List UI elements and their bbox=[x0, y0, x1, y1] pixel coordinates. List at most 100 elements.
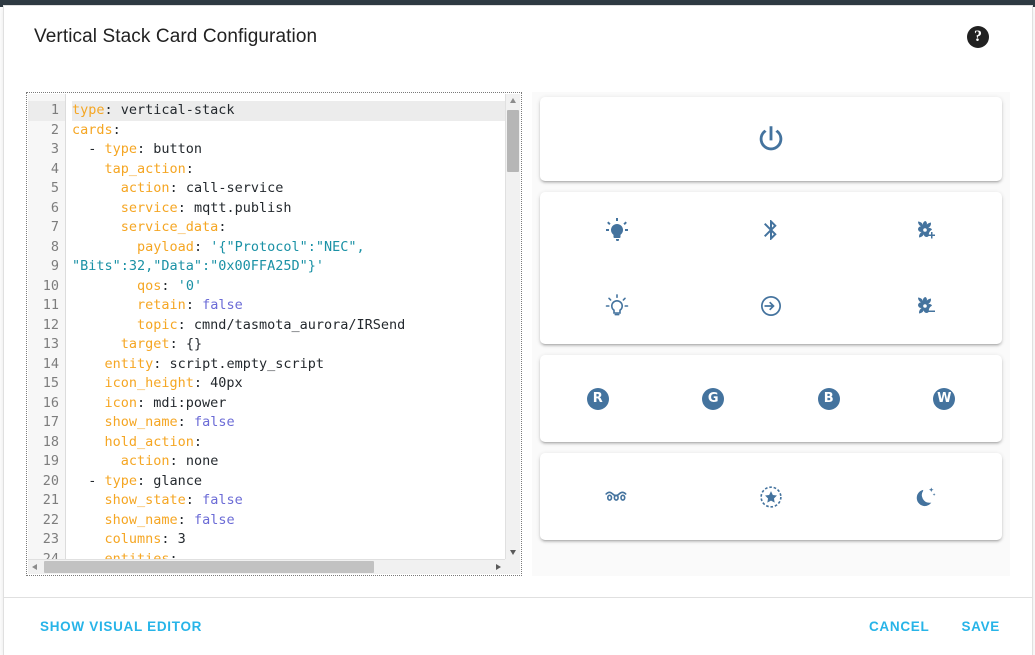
footer-actions: CANCEL SAVE bbox=[861, 611, 1008, 642]
fan-minus-icon bbox=[913, 294, 937, 318]
line-number: 8 bbox=[28, 238, 65, 258]
horizontal-scrollbar-thumb[interactable] bbox=[44, 561, 374, 573]
code-line: service_data: bbox=[72, 218, 505, 238]
preview-card-glance-icons[interactable] bbox=[540, 192, 1002, 344]
glance-cell[interactable] bbox=[694, 218, 848, 242]
code-line: retain: false bbox=[72, 296, 505, 316]
code-line: action: none bbox=[72, 452, 505, 472]
line-number: 12 bbox=[28, 316, 65, 336]
glance-cell[interactable]: G bbox=[656, 388, 772, 410]
cancel-button[interactable]: CANCEL bbox=[861, 611, 937, 642]
editor-line-numbers: 123456789101112131415161718192021222324 bbox=[28, 94, 66, 559]
glance-cell[interactable] bbox=[848, 218, 1002, 242]
line-number: 9 bbox=[28, 257, 65, 277]
line-number: 6 bbox=[28, 199, 65, 219]
letter-badge-b: B bbox=[818, 388, 840, 410]
line-number: 17 bbox=[28, 413, 65, 433]
line-number: 20 bbox=[28, 472, 65, 492]
line-number: 3 bbox=[28, 140, 65, 160]
code-line: cards: bbox=[72, 121, 505, 141]
line-number: 7 bbox=[28, 218, 65, 238]
string-lights-icon bbox=[604, 484, 630, 510]
help-circle-icon: ? bbox=[967, 26, 989, 48]
glance-cell[interactable] bbox=[694, 294, 848, 318]
lightbulb-on-icon bbox=[605, 218, 629, 242]
glance-cell[interactable] bbox=[540, 122, 1002, 156]
scroll-up-arrow-icon[interactable] bbox=[510, 98, 516, 103]
line-number: 15 bbox=[28, 374, 65, 394]
code-line: show_name: false bbox=[72, 413, 505, 433]
glance-cell[interactable] bbox=[848, 294, 1002, 318]
code-line: columns: 3 bbox=[72, 530, 505, 550]
scroll-down-arrow-icon[interactable] bbox=[510, 550, 516, 555]
glance-cell[interactable]: B bbox=[771, 388, 887, 410]
glance-row bbox=[540, 268, 1002, 344]
glance-cell[interactable]: W bbox=[887, 388, 1003, 410]
weather-night-icon bbox=[912, 484, 938, 510]
line-number: 11 bbox=[28, 296, 65, 316]
power-icon bbox=[754, 122, 788, 156]
glance-cell[interactable] bbox=[694, 484, 848, 510]
editor-horizontal-scrollbar[interactable] bbox=[28, 559, 505, 574]
line-number: 16 bbox=[28, 394, 65, 414]
glance-cell[interactable] bbox=[540, 218, 694, 242]
code-line: service: mqtt.publish bbox=[72, 199, 505, 219]
app-root: Vertical Stack Card Configuration ? 12 34… bbox=[0, 0, 1035, 655]
code-line: - type: button bbox=[72, 140, 505, 160]
help-button[interactable]: ? bbox=[958, 17, 998, 57]
vertical-scrollbar-thumb[interactable] bbox=[507, 110, 519, 172]
code-line: hold_action: bbox=[72, 433, 505, 453]
line-number: 21 bbox=[28, 491, 65, 511]
scroll-left-arrow-icon[interactable] bbox=[32, 564, 37, 570]
page-title: Vertical Stack Card Configuration bbox=[34, 26, 317, 49]
line-number: 2 bbox=[28, 121, 65, 141]
code-line: payload: '{"Protocol":"NEC", bbox=[72, 238, 505, 258]
glance-cell[interactable]: R bbox=[540, 388, 656, 410]
editor-code-area[interactable]: type: vertical-stackcards: - type: butto… bbox=[66, 94, 505, 559]
code-line: entities: bbox=[72, 550, 505, 560]
code-line: action: call-service bbox=[72, 179, 505, 199]
dialog-header: Vertical Stack Card Configuration ? bbox=[4, 6, 1032, 68]
glance-cell[interactable] bbox=[540, 484, 694, 510]
fan-plus-icon bbox=[913, 218, 937, 242]
code-line: show_state: false bbox=[72, 491, 505, 511]
glance-row bbox=[540, 192, 1002, 268]
glance-cell[interactable] bbox=[848, 484, 1002, 510]
lightbulb-off-icon bbox=[605, 294, 629, 318]
line-number: 19 bbox=[28, 452, 65, 472]
preview-card-glance-rgbw[interactable]: R G B W bbox=[540, 355, 1002, 442]
line-number: 22 bbox=[28, 511, 65, 531]
scroll-right-arrow-icon[interactable] bbox=[496, 564, 501, 570]
line-number: 14 bbox=[28, 355, 65, 375]
glance-row bbox=[540, 484, 1002, 510]
line-number: 18 bbox=[28, 433, 65, 453]
star-circle-icon bbox=[758, 484, 784, 510]
dialog-content: 123456789101112131415161718192021222324 … bbox=[4, 68, 1032, 597]
login-icon bbox=[759, 294, 783, 318]
code-line: type: vertical-stack bbox=[72, 101, 505, 121]
bluetooth-icon bbox=[759, 218, 783, 242]
preview-card-button[interactable] bbox=[540, 97, 1002, 181]
line-number: 24 bbox=[28, 550, 65, 560]
show-visual-editor-button[interactable]: SHOW VISUAL EDITOR bbox=[32, 611, 210, 642]
line-number: 5 bbox=[28, 179, 65, 199]
scrollbar-corner bbox=[505, 559, 520, 574]
line-number: 13 bbox=[28, 335, 65, 355]
code-line: tap_action: bbox=[72, 160, 505, 180]
preview-card-glance-scenes[interactable] bbox=[540, 453, 1002, 540]
yaml-editor[interactable]: 123456789101112131415161718192021222324 … bbox=[26, 92, 522, 576]
line-number: 4 bbox=[28, 160, 65, 180]
save-button[interactable]: SAVE bbox=[953, 611, 1008, 642]
editor-viewport[interactable]: 123456789101112131415161718192021222324 … bbox=[28, 94, 505, 559]
editor-vertical-scrollbar[interactable] bbox=[505, 94, 520, 559]
code-line: icon_height: 40px bbox=[72, 374, 505, 394]
code-line: entity: script.empty_script bbox=[72, 355, 505, 375]
glance-cell[interactable] bbox=[540, 294, 694, 318]
code-line: - type: glance bbox=[72, 472, 505, 492]
card-preview-panel: R G B W bbox=[532, 92, 1010, 576]
line-number: 23 bbox=[28, 530, 65, 550]
dialog-footer: SHOW VISUAL EDITOR CANCEL SAVE bbox=[4, 597, 1032, 655]
configuration-dialog: Vertical Stack Card Configuration ? 12 34… bbox=[3, 5, 1033, 655]
line-number: 10 bbox=[28, 277, 65, 297]
letter-badge-g: G bbox=[702, 388, 724, 410]
